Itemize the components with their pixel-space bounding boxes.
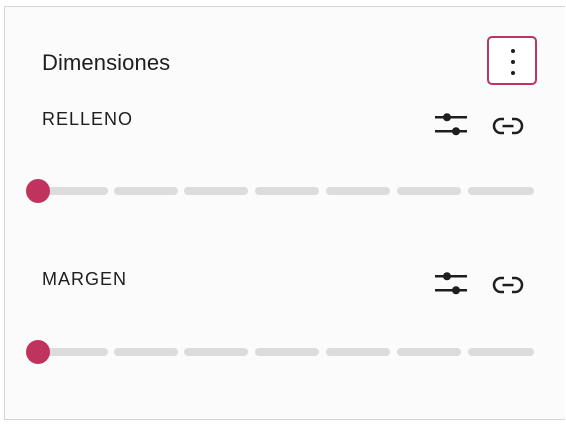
margin-label: MARGEN xyxy=(42,269,128,289)
slider-step xyxy=(397,348,461,356)
padding-slider-track[interactable] xyxy=(42,187,538,195)
slider-step xyxy=(184,348,248,356)
options-button[interactable] xyxy=(487,36,537,85)
dimensions-panel: Dimensiones RELLENO MARGEN xyxy=(4,6,565,420)
link-icon xyxy=(492,117,524,135)
slider-step xyxy=(255,348,319,356)
slider-step xyxy=(114,187,178,195)
slider-step xyxy=(255,187,319,195)
link-icon xyxy=(492,276,524,294)
margin-link-sides-button[interactable] xyxy=(490,269,526,305)
sliders-icon xyxy=(435,272,467,295)
padding-link-sides-button[interactable] xyxy=(490,110,526,146)
padding-label: RELLENO xyxy=(42,109,134,129)
more-vertical-icon xyxy=(511,49,515,75)
padding-slider-thumb[interactable] xyxy=(26,179,50,203)
slider-step xyxy=(468,187,534,195)
slider-step xyxy=(42,348,108,356)
slider-step xyxy=(114,348,178,356)
sliders-icon xyxy=(435,113,467,136)
margin-slider-thumb[interactable] xyxy=(26,340,50,364)
slider-step xyxy=(184,187,248,195)
slider-step xyxy=(468,348,534,356)
slider-step xyxy=(397,187,461,195)
slider-step xyxy=(42,187,108,195)
padding-custom-sizes-button[interactable] xyxy=(433,108,469,144)
margin-slider-track[interactable] xyxy=(42,348,538,356)
margin-custom-sizes-button[interactable] xyxy=(433,267,469,303)
slider-step xyxy=(326,187,390,195)
panel-title: Dimensiones xyxy=(42,50,171,75)
slider-step xyxy=(326,348,390,356)
